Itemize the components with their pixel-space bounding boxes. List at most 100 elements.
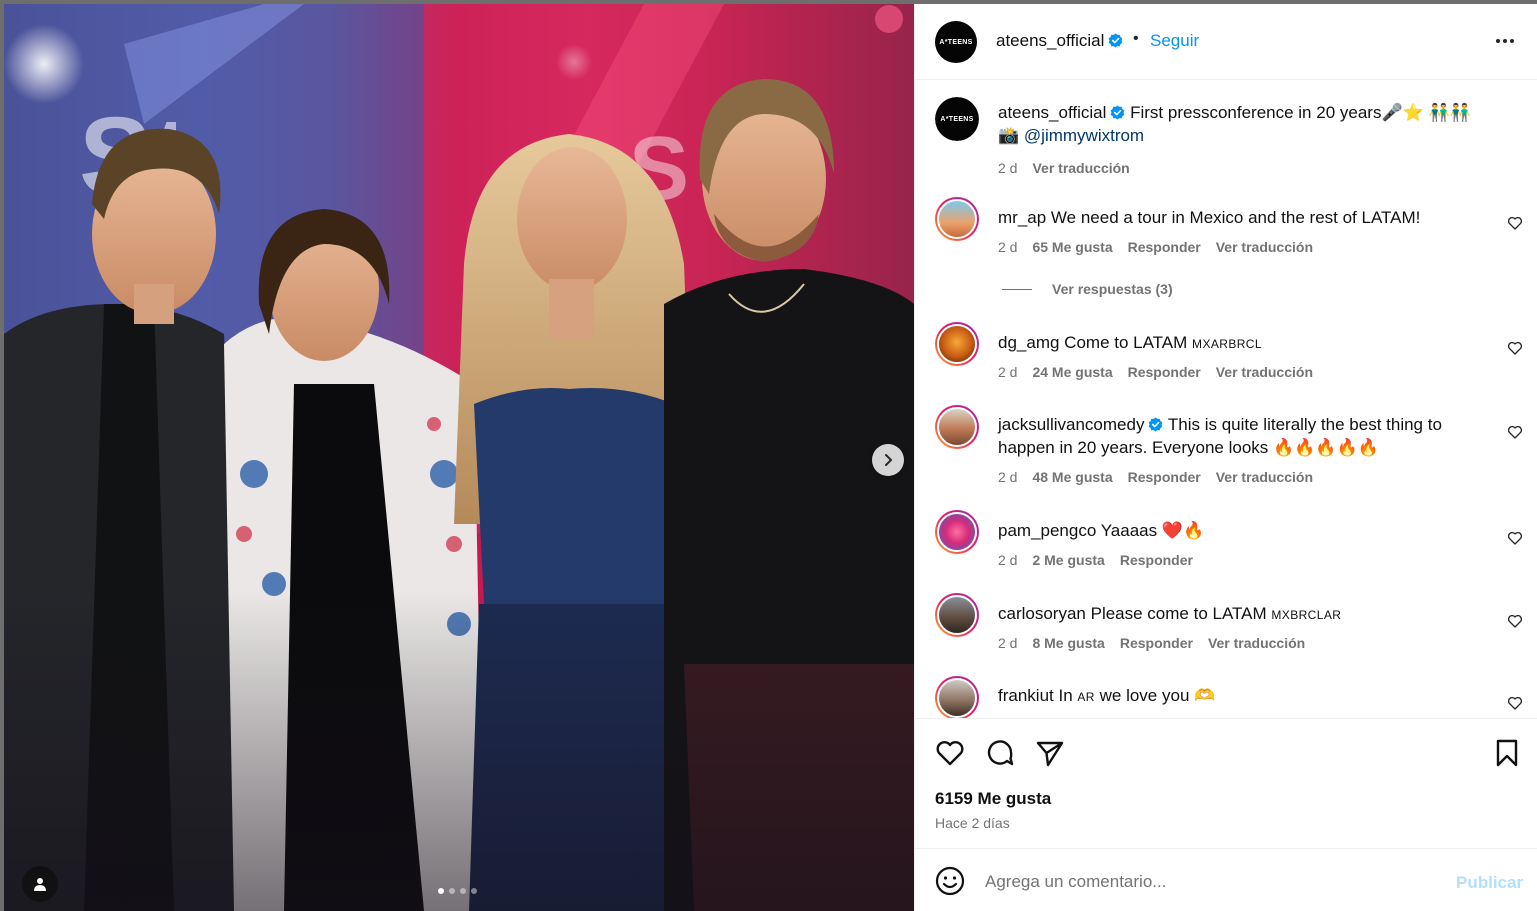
commenter-avatar[interactable] xyxy=(935,593,979,637)
comment-body: pam_pengco Yaaaas ❤️🔥 xyxy=(998,519,1488,542)
caption-mention[interactable]: @jimmywixtrom xyxy=(1024,126,1144,145)
chevron-right-icon xyxy=(885,454,892,466)
comment-likes[interactable]: 65 Me gusta xyxy=(1032,239,1112,255)
comment-likes[interactable]: 2 Me gusta xyxy=(1032,552,1104,568)
camera-emoji: 📸 xyxy=(998,126,1020,145)
caption-body: ateens_official First pressconference in… xyxy=(998,101,1488,147)
comment-composer: Publicar xyxy=(915,848,1537,911)
media-shade xyxy=(4,591,914,911)
comment-body: jacksullivancomedy This is quite literal… xyxy=(998,413,1488,459)
comment-likes[interactable]: 24 Me gusta xyxy=(1032,364,1112,380)
avatar-photo xyxy=(937,324,977,364)
reply-button[interactable]: Responder xyxy=(1120,635,1193,651)
heart-icon[interactable] xyxy=(934,737,966,769)
verified-badge-icon xyxy=(1149,417,1163,432)
flag-codes: MXARBRCL xyxy=(1192,337,1262,351)
caption-avatar[interactable]: A*TEENS xyxy=(935,97,979,141)
brand-logo: A*TEENS xyxy=(939,38,973,46)
comment-meta: 2 d 8 Me gusta Responder Ver traducción xyxy=(998,635,1305,651)
comment-likes[interactable]: 8 Me gusta xyxy=(1032,635,1104,651)
comment-meta: 2 d 48 Me gusta Responder Ver traducción xyxy=(998,469,1313,485)
reply-button[interactable]: Responder xyxy=(1128,364,1201,380)
translate-link[interactable]: Ver traducción xyxy=(1216,239,1313,255)
flag-code: AR xyxy=(1077,690,1095,704)
carousel-dot xyxy=(471,888,477,894)
avatar-photo xyxy=(937,407,977,447)
heart-icon[interactable] xyxy=(1507,613,1523,629)
comment-body: frankiut In AR we love you 🫶 xyxy=(998,684,1488,709)
brand-logo: A*TEENS xyxy=(940,115,974,123)
comment-body: carlosoryan Please come to LATAM MXBRCLA… xyxy=(998,602,1488,627)
comment-time[interactable]: 2 d xyxy=(998,552,1017,568)
follow-button[interactable]: Seguir xyxy=(1150,31,1199,51)
comment-text: Come to LATAM xyxy=(1064,333,1188,352)
next-slide-button[interactable] xyxy=(872,444,904,476)
comment-text: Please come to LATAM xyxy=(1090,604,1267,623)
comment-meta: 2 d 2 Me gusta Responder xyxy=(998,552,1193,568)
heart-icon[interactable] xyxy=(1507,530,1523,546)
commenter-avatar[interactable] xyxy=(935,510,979,554)
post-media-carousel[interactable]: St S xyxy=(4,4,914,911)
total-likes[interactable]: 6159 Me gusta xyxy=(935,789,1051,809)
send-icon[interactable] xyxy=(1034,737,1066,769)
author-avatar[interactable]: A*TEENS xyxy=(935,21,977,63)
reply-button[interactable]: Responder xyxy=(1128,239,1201,255)
post-date[interactable]: Hace 2 días xyxy=(935,815,1010,831)
commenter-username[interactable]: frankiut xyxy=(998,686,1054,705)
comment-text: We need a tour in Mexico and the rest of… xyxy=(1050,208,1421,227)
view-replies-link[interactable]: Ver respuestas (3) xyxy=(1002,281,1173,297)
caption-time[interactable]: 2 d xyxy=(998,160,1017,176)
translate-link[interactable]: Ver traducción xyxy=(1216,364,1313,380)
comment-time[interactable]: 2 d xyxy=(998,469,1017,485)
post-details-panel: A*TEENS ateens_official • Seguir A*TEENS… xyxy=(914,4,1537,911)
verified-badge-icon xyxy=(1109,33,1123,48)
comment-text: Yaaaas ❤️🔥 xyxy=(1100,521,1205,540)
caption-username[interactable]: ateens_official xyxy=(998,103,1106,122)
flag-codes: MXBRCLAR xyxy=(1271,608,1342,622)
commenter-username[interactable]: dg_amg xyxy=(998,333,1059,352)
user-tag-icon xyxy=(34,878,46,891)
translate-link[interactable]: Ver traducción xyxy=(1208,635,1305,651)
comment-meta: 2 d 24 Me gusta Responder Ver traducción xyxy=(998,364,1313,380)
avatar-photo xyxy=(937,512,977,552)
comment-meta: 2 d 65 Me gusta Responder Ver traducción xyxy=(998,239,1313,255)
commenter-username[interactable]: jacksullivancomedy xyxy=(998,415,1144,434)
publish-button[interactable]: Publicar xyxy=(1456,873,1523,893)
translate-link[interactable]: Ver traducción xyxy=(1216,469,1313,485)
commenter-username[interactable]: mr_ap xyxy=(998,208,1046,227)
comment-input[interactable] xyxy=(985,867,1445,897)
emoji-icon[interactable] xyxy=(934,865,966,897)
commenter-avatar[interactable] xyxy=(935,322,979,366)
caption-meta: 2 d Ver traducción xyxy=(998,160,1130,176)
comments-list[interactable]: A*TEENS ateens_official First pressconfe… xyxy=(915,81,1537,718)
heart-icon[interactable] xyxy=(1507,340,1523,356)
commenter-avatar[interactable] xyxy=(935,197,979,241)
tagged-users-button[interactable] xyxy=(22,866,58,902)
post-header: A*TEENS ateens_official • Seguir xyxy=(915,4,1537,80)
author-username[interactable]: ateens_official xyxy=(996,31,1123,51)
comment-icon[interactable] xyxy=(984,737,1016,769)
comment-time[interactable]: 2 d xyxy=(998,239,1017,255)
comment-likes[interactable]: 48 Me gusta xyxy=(1032,469,1112,485)
carousel-indicator xyxy=(438,888,477,894)
author-username-text: ateens_official xyxy=(996,31,1105,50)
more-horizontal-icon[interactable] xyxy=(1491,31,1519,51)
header-separator: • xyxy=(1133,30,1139,47)
reply-button[interactable]: Responder xyxy=(1128,469,1201,485)
heart-icon[interactable] xyxy=(1507,695,1523,711)
reply-button[interactable]: Responder xyxy=(1120,552,1193,568)
heart-icon[interactable] xyxy=(1507,215,1523,231)
comment-text-start: In xyxy=(1058,686,1073,705)
commenter-username[interactable]: pam_pengco xyxy=(998,521,1096,540)
bookmark-icon[interactable] xyxy=(1491,737,1523,769)
comment-time[interactable]: 2 d xyxy=(998,635,1017,651)
commenter-avatar[interactable] xyxy=(935,676,979,718)
commenter-avatar[interactable] xyxy=(935,405,979,449)
comment-time[interactable]: 2 d xyxy=(998,364,1017,380)
commenter-username[interactable]: carlosoryan xyxy=(998,604,1086,623)
caption-text: First pressconference in 20 years🎤⭐ 👬👬 xyxy=(1130,103,1471,122)
caption-translate-link[interactable]: Ver traducción xyxy=(1032,160,1129,176)
comment-body: mr_ap We need a tour in Mexico and the r… xyxy=(998,206,1488,229)
view-replies-label: Ver respuestas (3) xyxy=(1052,281,1173,297)
heart-icon[interactable] xyxy=(1507,424,1523,440)
